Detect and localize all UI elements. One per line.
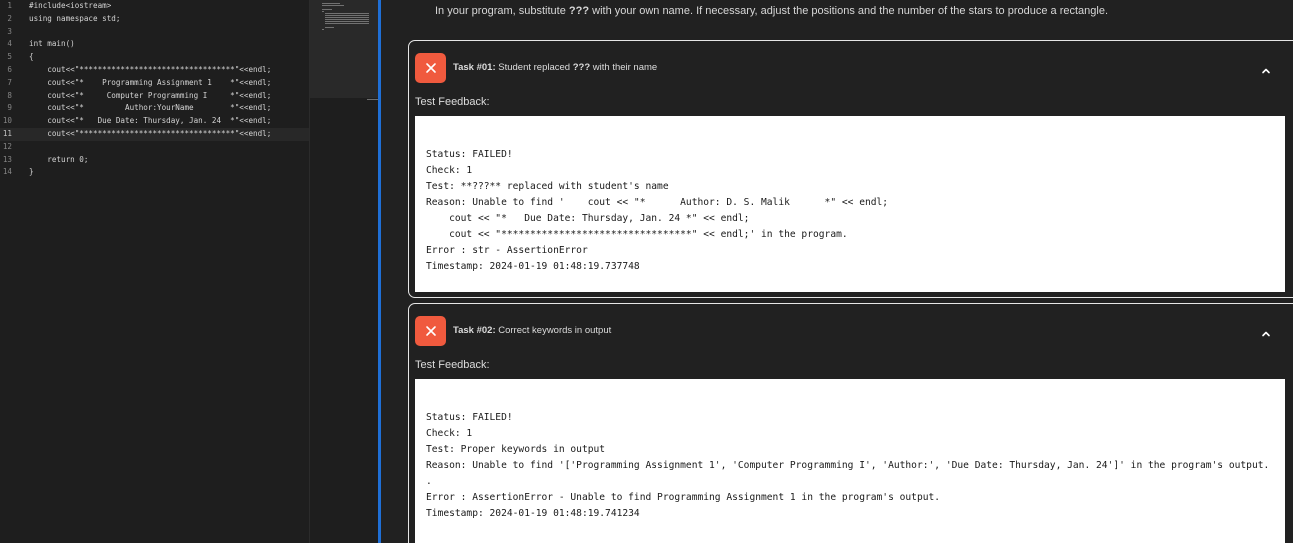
code-line[interactable]: 7 cout<<"* Programming Assignment 1 *"<<… xyxy=(0,77,309,90)
minimap-line xyxy=(322,11,324,13)
minimap-line xyxy=(322,5,344,7)
minimap-line xyxy=(322,3,340,5)
code-line[interactable]: 10 cout<<"* Due Date: Thursday, Jan. 24 … xyxy=(0,115,309,128)
feedback-panel[interactable]: In your program, substitute ??? with you… xyxy=(381,0,1293,543)
code-line[interactable]: 2 using namespace std; xyxy=(0,13,309,26)
minimap-line xyxy=(322,29,324,31)
minimap-line xyxy=(325,27,334,29)
task-card: Task #01: Student replaced ??? with thei… xyxy=(408,40,1293,298)
code-line-current[interactable]: 11 cout<<"******************************… xyxy=(0,128,309,141)
code-line[interactable]: 12 xyxy=(0,141,309,154)
line-number: 8 xyxy=(7,90,12,100)
line-number: 4 xyxy=(7,39,12,49)
minimap-line xyxy=(325,19,369,21)
test-feedback-label: Test Feedback: xyxy=(415,359,490,371)
minimap[interactable] xyxy=(309,0,378,543)
code-text[interactable]: int main() xyxy=(29,38,75,51)
code-line[interactable]: 5{ xyxy=(0,51,309,64)
code-line[interactable]: 4 int main() xyxy=(0,38,309,51)
task-card: Task #02: Correct keywords in output Tes… xyxy=(408,303,1293,543)
code-line[interactable]: 14} xyxy=(0,166,309,179)
minimap-line xyxy=(325,21,369,23)
line-number: 10 xyxy=(2,116,12,126)
close-icon xyxy=(425,63,436,73)
code-text[interactable]: cout<<"*********************************… xyxy=(29,64,271,77)
chevron-up-icon xyxy=(1262,68,1270,74)
line-number: 7 xyxy=(7,77,12,87)
minimap-line xyxy=(322,9,332,11)
code-text[interactable]: cout<<"*********************************… xyxy=(29,128,271,141)
test-feedback-text: Status: FAILED! Check: 1 Test: **???** r… xyxy=(426,149,889,272)
minimap-line xyxy=(325,13,369,15)
line-number: 12 xyxy=(2,141,12,151)
minimap-line xyxy=(325,17,369,19)
code-line[interactable]: 3 xyxy=(0,26,309,39)
line-number: 2 xyxy=(7,13,12,23)
code-text[interactable]: cout<<"* Programming Assignment 1 *"<<en… xyxy=(29,77,271,90)
code-line[interactable]: 6 cout<<"*******************************… xyxy=(0,64,309,77)
code-line[interactable]: 1 #include<iostream> xyxy=(0,0,309,13)
task-status-failed-button[interactable] xyxy=(415,53,446,83)
line-number: 3 xyxy=(7,26,12,36)
code-text[interactable]: } xyxy=(29,166,34,179)
chevron-up-icon xyxy=(1262,331,1270,337)
code-editor[interactable]: 1 #include<iostream> 2 using namespace std… xyxy=(0,0,309,543)
task-title[interactable]: Task #01: Student replaced ??? with thei… xyxy=(453,62,657,74)
line-number: 5 xyxy=(7,52,12,62)
test-feedback-text: Status: FAILED! Check: 1 Test: Proper ke… xyxy=(426,412,1270,519)
line-number: 13 xyxy=(2,154,12,164)
code-line[interactable]: 13 return 0; xyxy=(0,154,309,167)
code-text[interactable]: cout<<"* Author:YourName *"<<endl; xyxy=(29,102,271,115)
close-icon xyxy=(425,326,436,336)
test-feedback-box: Status: FAILED! Check: 1 Test: **???** r… xyxy=(415,116,1285,292)
code-line[interactable]: 8 cout<<"* Computer Programming I *"<<en… xyxy=(0,90,309,103)
code-text[interactable]: using namespace std; xyxy=(29,13,120,26)
code-text[interactable]: #include<iostream> xyxy=(29,0,111,13)
scroll-marker xyxy=(367,99,378,100)
code-line[interactable]: 9 cout<<"* Author:YourName *"<<endl; xyxy=(0,102,309,115)
minimap-line xyxy=(325,23,369,25)
collapse-task-button[interactable] xyxy=(1261,63,1271,74)
line-number: 11 xyxy=(2,129,12,138)
code-text[interactable]: cout<<"* Due Date: Thursday, Jan. 24 *"<… xyxy=(29,115,271,128)
code-text[interactable]: return 0; xyxy=(29,154,88,167)
test-feedback-label: Test Feedback: xyxy=(415,96,490,108)
instructions-text: In your program, substitute ??? with you… xyxy=(435,5,1108,17)
code-text[interactable]: { xyxy=(29,51,34,64)
collapse-task-button[interactable] xyxy=(1261,326,1271,337)
line-number: 6 xyxy=(7,65,12,74)
task-title[interactable]: Task #02: Correct keywords in output xyxy=(453,325,611,337)
line-number: 14 xyxy=(2,167,12,177)
task-status-failed-button[interactable] xyxy=(415,316,446,346)
code-text[interactable]: cout<<"* Computer Programming I *"<<endl… xyxy=(29,90,271,103)
minimap-line xyxy=(325,15,369,17)
test-feedback-box: Status: FAILED! Check: 1 Test: Proper ke… xyxy=(415,379,1285,543)
line-number: 1 xyxy=(7,1,12,10)
line-number: 9 xyxy=(7,103,12,113)
